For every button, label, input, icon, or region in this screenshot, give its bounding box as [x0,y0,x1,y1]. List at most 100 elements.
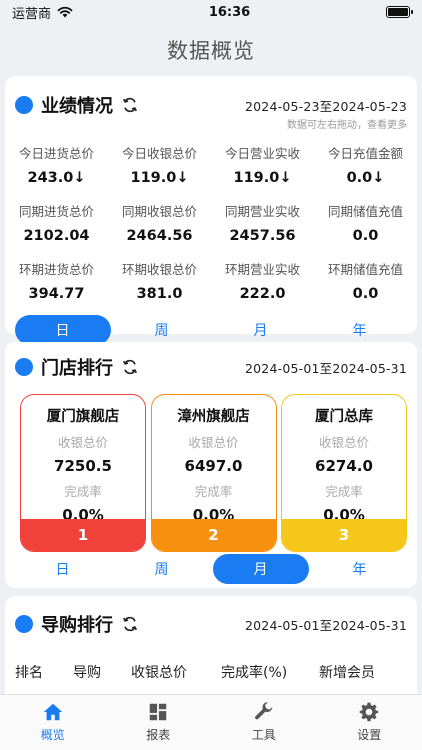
metric-value: 222.0 [239,285,286,302]
store-rank-date-range[interactable]: 2024-05-01至2024-05-31 [245,358,407,377]
gear-icon [359,702,379,722]
store-card[interactable]: 厦门总库 收银总价 6274.0 完成率 0.0% 3 [281,394,407,552]
column-header: 新增会员 [319,665,375,681]
metric-value: 2102.04 [23,227,90,244]
period-tab[interactable]: 月 [212,554,309,584]
section-dot-icon [15,615,33,633]
metric-cell: 今日进货总价 243.0↓ [5,135,108,193]
metric-cell: 同期储值充值 0.0 [314,193,417,251]
guide-rank-header: 导购排行 2024-05-01至2024-05-31 [5,596,417,640]
store-rank-card: 门店排行 2024-05-01至2024-05-31 厦门旗舰店收银总价 7250… [5,342,417,588]
metric-cell: 同期收银总价 2464.56 [108,193,211,251]
tab-settings[interactable]: 设置 [317,695,422,750]
store-name: 厦门旗舰店 [46,409,120,425]
metric-value: 0.0↓ [346,169,385,186]
store-rate-label: 完成率 [64,484,102,499]
tab-label: 设置 [357,728,382,742]
metric-label: 今日充值金额 [327,145,403,161]
metric-cell: 今日充值金额 0.0↓ [314,135,417,193]
metric-label: 环期营业实收 [224,261,300,277]
carrier-label: 运营商 [12,6,52,22]
period-tab[interactable]: 日 [14,315,111,345]
tab-label: 工具 [251,728,276,742]
guide-rank-title: 导购排行 [41,615,113,636]
performance-card: 业绩情况 2024-05-23至2024-05-23 数据可左右拖动，查看更多 … [5,76,417,345]
store-name: 厦门总库 [315,409,373,425]
store-rate-label: 完成率 [194,484,233,499]
metric-cell: 今日收银总价 119.0↓ [108,135,211,193]
clock: 16:36 [208,4,251,20]
store-rank-list: 厦门旗舰店 收银总价 7250.5 完成率 0.0% 1 漳州旗舰店 收银总价 6497.0 完成… [5,382,417,552]
period-tab[interactable]: 周 [114,554,210,584]
period-tab[interactable]: 年 [312,315,408,345]
period-tab[interactable]: 月 [213,315,309,345]
metric-cell: 同期进货总价 2102.04 [5,193,108,251]
metric-value: 119.0↓ [233,169,292,186]
store-sales-value: 7250.5 [54,457,112,475]
store-rank-badge: 1 [21,519,145,551]
metric-cell: 今日营业实收 119.0↓ [211,135,314,193]
period-tab[interactable]: 日 [15,554,111,584]
page-title: 数据概览 [167,39,255,63]
metric-cell: 同期营业实收 2457.56 [211,193,314,251]
store-sales-label: 收银总价 [188,435,239,450]
metric-label: 同期收银总价 [121,203,197,219]
metric-value: 119.0↓ [130,169,189,186]
store-name: 漳州旗舰店 [177,409,250,425]
metric-label: 同期储值充值 [327,203,403,219]
performance-header: 业绩情况 2024-05-23至2024-05-23 [5,76,417,120]
metric-value: 381.0 [136,285,183,302]
period-tab[interactable]: 周 [114,315,210,345]
performance-title: 业绩情况 [41,96,113,117]
period-tab[interactable]: 年 [312,554,408,584]
store-rank-badge: 2 [151,519,276,551]
tab-overview[interactable]: 概览 [0,695,106,750]
scroll-hint: 数据可左右拖动，查看更多 [287,120,407,131]
metric-value: 0.0 [352,227,379,244]
metric-label: 今日收银总价 [121,145,197,161]
performance-grid[interactable]: 今日进货总价 243.0↓ 今日收银总价 119.0↓ 今日营业实收 119.0↓ 今日充值… [5,131,417,309]
metric-cell: 环期收银总价 381.0 [108,251,211,309]
metric-cell: 环期进货总价 394.77 [5,251,108,309]
refresh-icon[interactable] [121,358,139,376]
section-dot-icon [15,96,33,114]
metric-cell: 环期储值充值 0.0 [314,251,417,309]
column-header: 收银总价 [131,665,187,681]
refresh-icon[interactable] [121,615,139,633]
refresh-icon[interactable] [121,96,139,114]
store-rank-header: 门店排行 2024-05-01至2024-05-31 [5,342,417,382]
store-sales-value: 6274.0 [315,457,373,475]
metric-value: 394.77 [28,285,85,302]
column-header: 导购 [73,665,101,681]
bottom-tab-bar: 概览 报表 工具 设置 [0,694,422,750]
home-icon [43,703,62,721]
performance-date-range[interactable]: 2024-05-23至2024-05-23 [245,96,407,115]
metric-value: 2457.56 [229,227,296,244]
column-header: 排名 [15,665,43,681]
grid-icon [150,703,167,721]
metric-cell: 环期营业实收 222.0 [211,251,314,309]
status-left: 运营商 [12,3,73,22]
metric-label: 今日进货总价 [18,145,94,161]
metric-value: 2464.56 [126,227,193,244]
store-sales-label: 收银总价 [57,435,108,450]
metric-label: 同期营业实收 [224,203,300,219]
store-card[interactable]: 厦门旗舰店 收银总价 7250.5 完成率 0.0% 1 [20,394,146,552]
store-rank-badge: 3 [282,519,406,551]
tab-reports[interactable]: 报表 [106,695,212,750]
metric-label: 环期进货总价 [18,261,94,277]
store-rank-title: 门店排行 [41,358,113,379]
store-sales-label: 收银总价 [318,435,369,450]
wifi-icon [57,6,73,18]
guide-table-header: 排名 导购 收银总价 完成率(%) 新增会员 [5,640,417,694]
metric-label: 今日营业实收 [224,145,300,161]
metric-value: 0.0 [352,285,379,302]
tab-label: 概览 [40,728,65,742]
guide-rank-date-range[interactable]: 2024-05-01至2024-05-31 [245,615,407,634]
metric-value: 243.0↓ [27,169,86,186]
column-header: 完成率(%) [221,665,288,681]
store-card[interactable]: 漳州旗舰店 收银总价 6497.0 完成率 0.0% 2 [150,394,277,552]
metric-label: 环期收银总价 [121,261,197,277]
store-rate-label: 完成率 [325,484,363,499]
tab-tools[interactable]: 工具 [211,695,317,750]
